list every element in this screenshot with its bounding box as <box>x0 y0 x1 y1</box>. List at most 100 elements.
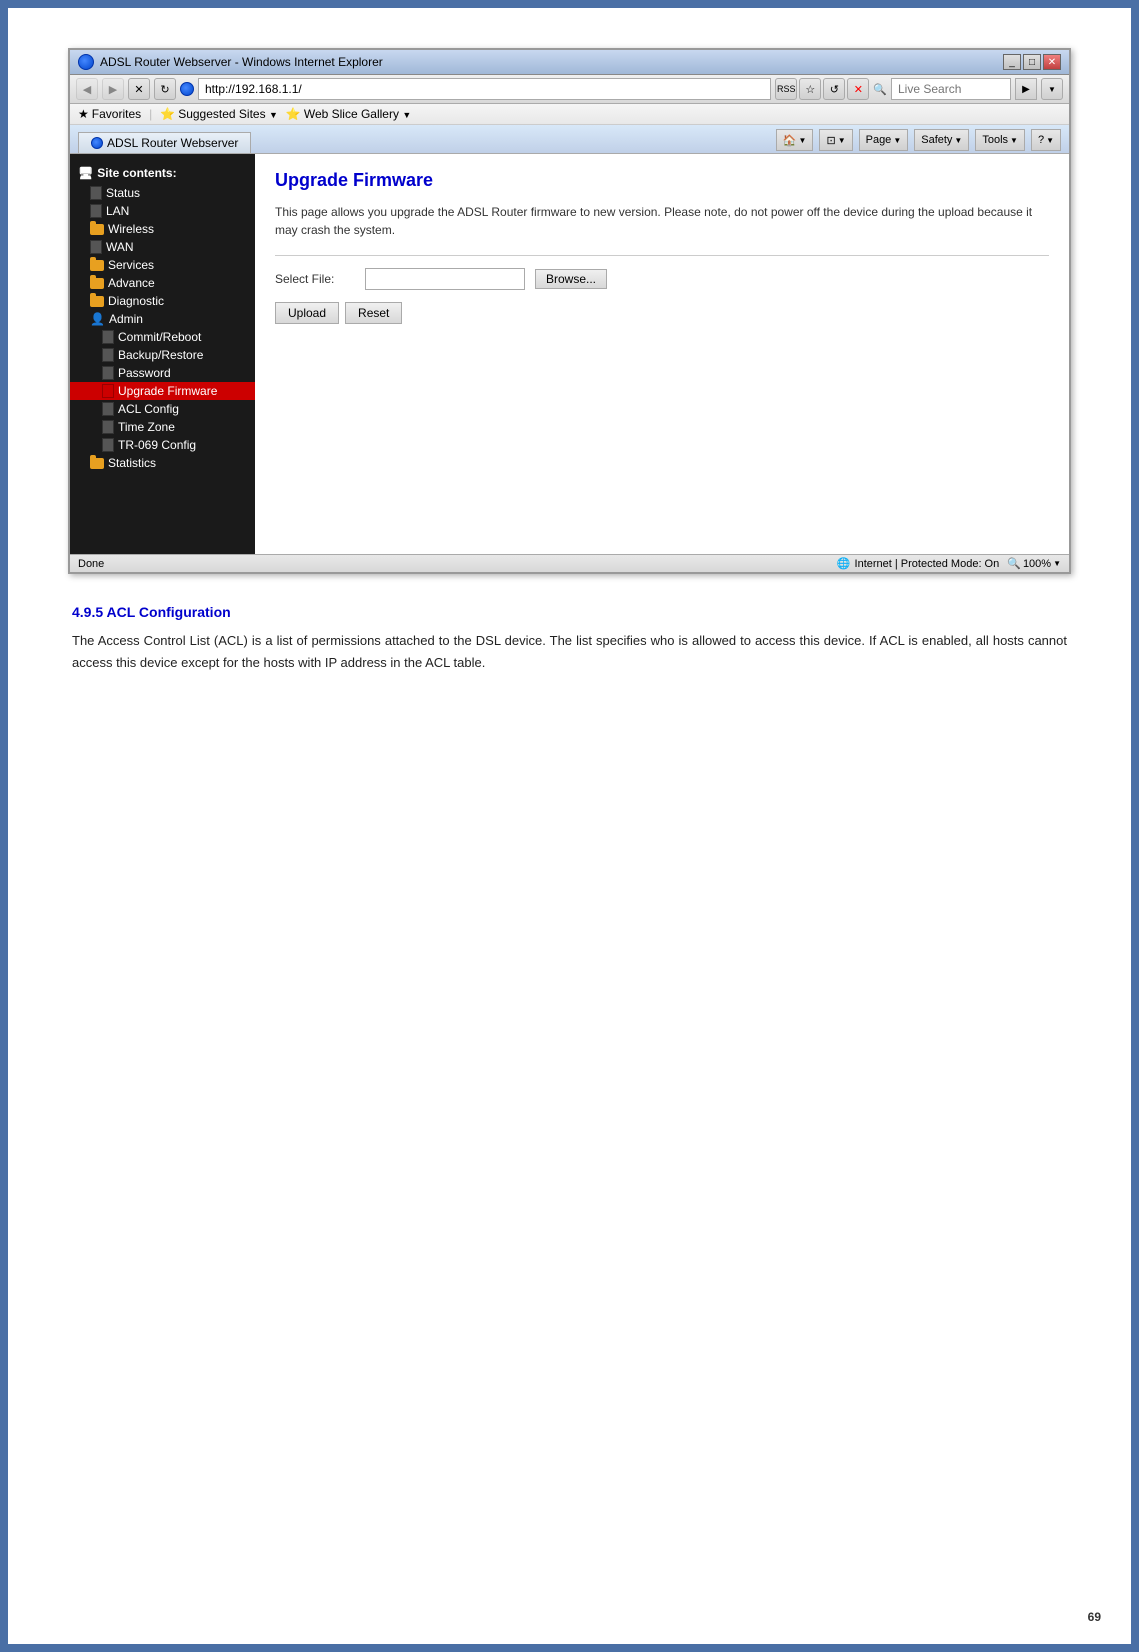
tab-icon <box>91 137 103 149</box>
address-icon <box>180 82 194 96</box>
time-zone-icon <box>102 420 114 434</box>
favorites-button[interactable]: ★ Favorites <box>78 107 141 121</box>
status-doc-icon <box>90 186 102 200</box>
sidebar-label-statistics: Statistics <box>108 456 156 470</box>
search-icon-label: 🔍 <box>873 83 887 96</box>
fav-separator: | <box>149 107 152 121</box>
home-button[interactable]: 🏠 ▼ <box>776 129 814 151</box>
admin-icon: 👤 <box>90 312 105 326</box>
sidebar-item-time-zone[interactable]: Time Zone <box>70 418 255 436</box>
browser-title: ADSL Router Webserver - Windows Internet… <box>100 55 383 69</box>
sidebar-label-lan: LAN <box>106 204 129 218</box>
stop-button[interactable]: ✕ <box>128 78 150 100</box>
sidebar: 🖥 Site contents: Status LAN Wireless <box>70 154 255 554</box>
tab-bar: ADSL Router Webserver 🏠 ▼ ⊡ ▼ Page ▼ Saf… <box>70 125 1069 154</box>
sidebar-label-acl-config: ACL Config <box>118 402 179 416</box>
sidebar-item-commit-reboot[interactable]: Commit/Reboot <box>70 328 255 346</box>
star-icon: ★ <box>78 107 89 121</box>
print-button[interactable]: ⊡ ▼ <box>819 129 852 151</box>
sidebar-item-lan[interactable]: LAN <box>70 202 255 220</box>
status-text: Done <box>78 558 104 570</box>
help-button[interactable]: ? ▼ <box>1031 129 1061 151</box>
status-zoom[interactable]: 🔍 100% ▼ <box>1007 557 1061 570</box>
sidebar-item-status[interactable]: Status <box>70 184 255 202</box>
globe-icon: 🌐 <box>837 557 851 570</box>
tools-button[interactable]: Tools ▼ <box>975 129 1025 151</box>
favorites-label: Favorites <box>92 107 141 121</box>
forward-button[interactable]: ▶ <box>102 78 124 100</box>
sidebar-label-wireless: Wireless <box>108 222 154 236</box>
sidebar-label-time-zone: Time Zone <box>118 420 175 434</box>
rss-button[interactable]: RSS <box>775 78 797 100</box>
page-title: Upgrade Firmware <box>275 170 1049 191</box>
sidebar-label-wan: WAN <box>106 240 134 254</box>
sidebar-item-password[interactable]: Password <box>70 364 255 382</box>
web-slice-label: Web Slice Gallery ▼ <box>304 107 411 121</box>
sidebar-label-password: Password <box>118 366 171 380</box>
section-body: The Access Control List (ACL) is a list … <box>72 630 1067 674</box>
toolbar-right: 🏠 ▼ ⊡ ▼ Page ▼ Safety ▼ Tools ▼ ? ▼ <box>776 129 1061 153</box>
section-heading: 4.9.5 ACL Configuration <box>72 604 1067 620</box>
upload-button[interactable]: Upload <box>275 302 339 324</box>
address-input[interactable] <box>198 78 771 100</box>
tr069-icon <box>102 438 114 452</box>
browser-content: 🖥 Site contents: Status LAN Wireless <box>70 154 1069 554</box>
sidebar-label-status: Status <box>106 186 140 200</box>
sidebar-item-wireless[interactable]: Wireless <box>70 220 255 238</box>
search-options-button[interactable]: ▼ <box>1041 78 1063 100</box>
sidebar-item-advance[interactable]: Advance <box>70 274 255 292</box>
search-button[interactable]: ▶ <box>1015 78 1037 100</box>
zoom-icon: 🔍 <box>1007 557 1021 570</box>
suggested-sites-item[interactable]: ⭐ Suggested Sites ▼ <box>160 107 278 121</box>
zone-text: Internet | Protected Mode: On <box>855 558 1000 570</box>
sidebar-item-upgrade-firmware[interactable]: Upgrade Firmware <box>70 382 255 400</box>
statistics-folder-icon <box>90 458 104 469</box>
favorites-button[interactable]: ☆ <box>799 78 821 100</box>
sidebar-item-services[interactable]: Services <box>70 256 255 274</box>
title-bar: ADSL Router Webserver - Windows Internet… <box>70 50 1069 75</box>
reset-button[interactable]: Reset <box>345 302 402 324</box>
sidebar-label-admin: Admin <box>109 312 143 326</box>
action-buttons: Upload Reset <box>275 302 1049 324</box>
nav-x-button[interactable]: ✕ <box>847 78 869 100</box>
web-slice-gallery-item[interactable]: ⭐ Web Slice Gallery ▼ <box>286 107 411 121</box>
select-file-row: Select File: Browse... <box>275 268 1049 290</box>
site-contents-icon: 🖥 <box>78 166 93 180</box>
sidebar-item-wan[interactable]: WAN <box>70 238 255 256</box>
sidebar-item-statistics[interactable]: Statistics <box>70 454 255 472</box>
sidebar-label-backup-restore: Backup/Restore <box>118 348 203 362</box>
sidebar-label-commit-reboot: Commit/Reboot <box>118 330 201 344</box>
active-tab[interactable]: ADSL Router Webserver <box>78 132 251 153</box>
sidebar-item-diagnostic[interactable]: Diagnostic <box>70 292 255 310</box>
sidebar-label-advance: Advance <box>108 276 155 290</box>
wireless-folder-icon <box>90 224 104 235</box>
close-button[interactable]: ✕ <box>1043 54 1061 70</box>
maximize-button[interactable]: □ <box>1023 54 1041 70</box>
diagnostic-folder-icon <box>90 296 104 307</box>
sidebar-item-tr069[interactable]: TR-069 Config <box>70 436 255 454</box>
web-slice-icon: ⭐ <box>286 107 301 121</box>
status-bar: Done 🌐 Internet | Protected Mode: On 🔍 1… <box>70 554 1069 572</box>
browse-button[interactable]: Browse... <box>535 269 607 289</box>
page-button[interactable]: Page ▼ <box>859 129 909 151</box>
status-zone: 🌐 Internet | Protected Mode: On <box>837 557 999 570</box>
safety-button[interactable]: Safety ▼ <box>914 129 969 151</box>
sidebar-item-backup-restore[interactable]: Backup/Restore <box>70 346 255 364</box>
suggested-sites-icon: ⭐ <box>160 107 175 121</box>
window-controls: _ □ ✕ <box>1003 54 1061 70</box>
refresh-button[interactable]: ↻ <box>154 78 176 100</box>
sidebar-label-tr069: TR-069 Config <box>118 438 196 452</box>
minimize-button[interactable]: _ <box>1003 54 1021 70</box>
sidebar-label-services: Services <box>108 258 154 272</box>
reload-button[interactable]: ↺ <box>823 78 845 100</box>
search-input[interactable] <box>891 78 1011 100</box>
sidebar-section-title: 🖥 Site contents: <box>70 162 255 184</box>
sidebar-item-admin[interactable]: 👤 Admin <box>70 310 255 328</box>
tab-label: ADSL Router Webserver <box>107 136 238 150</box>
services-folder-icon <box>90 260 104 271</box>
sidebar-item-acl-config[interactable]: ACL Config <box>70 400 255 418</box>
back-button[interactable]: ◀ <box>76 78 98 100</box>
zoom-text: 100% <box>1023 558 1051 570</box>
commit-reboot-icon <box>102 330 114 344</box>
file-input[interactable] <box>365 268 525 290</box>
